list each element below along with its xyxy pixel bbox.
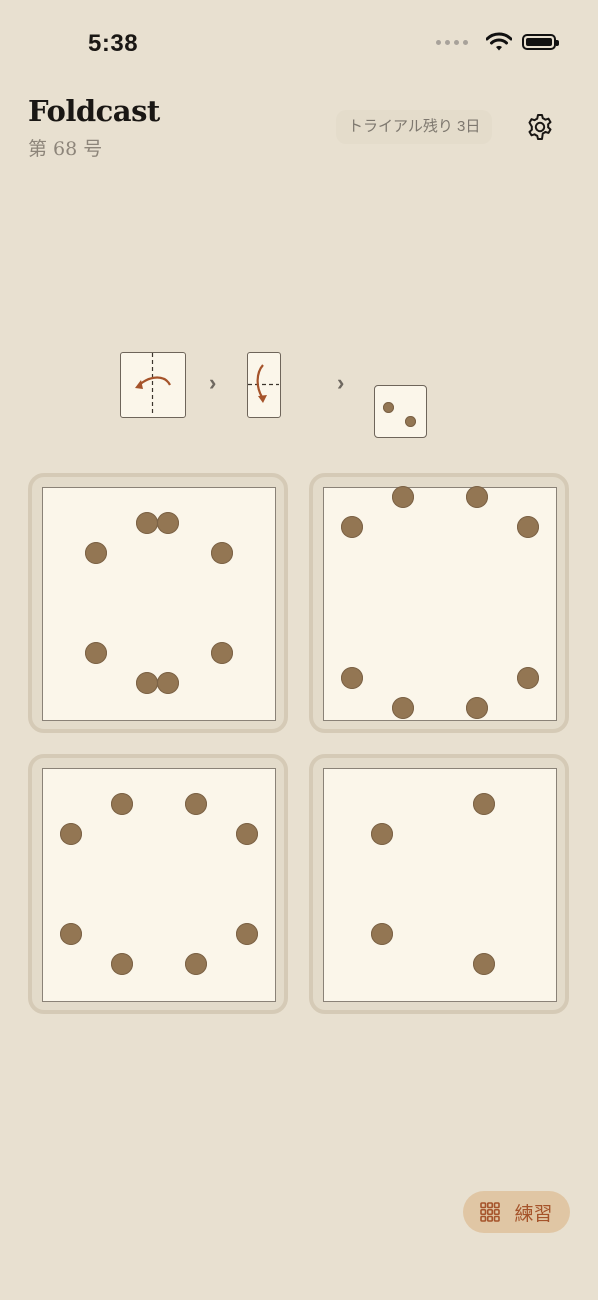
trial-badge[interactable]: トライアル残り 3日 bbox=[336, 110, 493, 144]
grid-icon bbox=[480, 1202, 501, 1222]
answer-option-2[interactable] bbox=[309, 473, 569, 733]
step-separator-2: › bbox=[337, 370, 345, 395]
unfolded-paper bbox=[323, 768, 557, 1002]
punched-hole bbox=[157, 671, 180, 694]
punched-hole bbox=[517, 516, 540, 539]
fold-step-3 bbox=[374, 385, 427, 438]
answer-option-1[interactable] bbox=[28, 473, 288, 733]
punched-hole bbox=[210, 641, 233, 664]
status-time: 5:38 bbox=[88, 30, 139, 57]
gear-icon[interactable] bbox=[524, 111, 556, 143]
wifi-icon bbox=[486, 32, 512, 51]
punched-hole bbox=[466, 486, 489, 509]
punched-hole bbox=[85, 541, 108, 564]
fold-step-2 bbox=[247, 352, 281, 418]
fold-step-2-diagram bbox=[248, 364, 279, 403]
punched-hole bbox=[466, 697, 489, 720]
app-title: Foldcast bbox=[28, 94, 160, 128]
punched-hole bbox=[110, 952, 133, 975]
punched-hole bbox=[382, 401, 394, 413]
signal-dots-icon bbox=[436, 39, 468, 45]
punched-hole bbox=[59, 922, 82, 945]
punched-hole bbox=[157, 511, 180, 534]
punched-hole bbox=[236, 922, 259, 945]
punched-hole bbox=[473, 792, 496, 815]
battery-icon bbox=[522, 34, 559, 50]
punched-hole bbox=[85, 641, 108, 664]
practice-label: 練習 bbox=[514, 1203, 553, 1225]
punched-hole bbox=[473, 952, 496, 975]
punched-hole bbox=[517, 667, 540, 690]
answer-option-3[interactable] bbox=[28, 754, 288, 1014]
unfolded-paper bbox=[42, 768, 276, 1002]
punched-hole bbox=[391, 486, 414, 509]
curved-arrow-icon bbox=[256, 364, 264, 398]
fold-step-1 bbox=[120, 352, 186, 418]
punched-hole bbox=[110, 792, 133, 815]
step-separator-1: › bbox=[209, 370, 217, 395]
issue-number: 第 68 号 bbox=[28, 138, 103, 160]
punched-hole bbox=[136, 511, 159, 534]
punched-hole bbox=[185, 952, 208, 975]
curved-arrow-icon bbox=[138, 376, 171, 386]
punched-hole bbox=[371, 922, 393, 945]
punched-hole bbox=[185, 792, 208, 815]
answer-option-4[interactable] bbox=[309, 754, 569, 1014]
punched-hole bbox=[340, 667, 363, 690]
punched-hole bbox=[136, 671, 159, 694]
fold-step-1-diagram bbox=[135, 353, 171, 416]
punched-hole bbox=[340, 516, 363, 539]
punched-hole bbox=[371, 822, 393, 845]
punched-hole bbox=[59, 822, 82, 845]
status-indicators bbox=[436, 32, 559, 52]
punched-hole bbox=[391, 697, 414, 720]
punched-hole bbox=[236, 822, 259, 845]
punched-hole bbox=[210, 541, 233, 564]
unfolded-paper bbox=[42, 487, 276, 721]
punched-hole bbox=[404, 415, 416, 427]
unfolded-paper bbox=[323, 486, 557, 721]
practice-button[interactable]: 練習 bbox=[463, 1191, 570, 1233]
